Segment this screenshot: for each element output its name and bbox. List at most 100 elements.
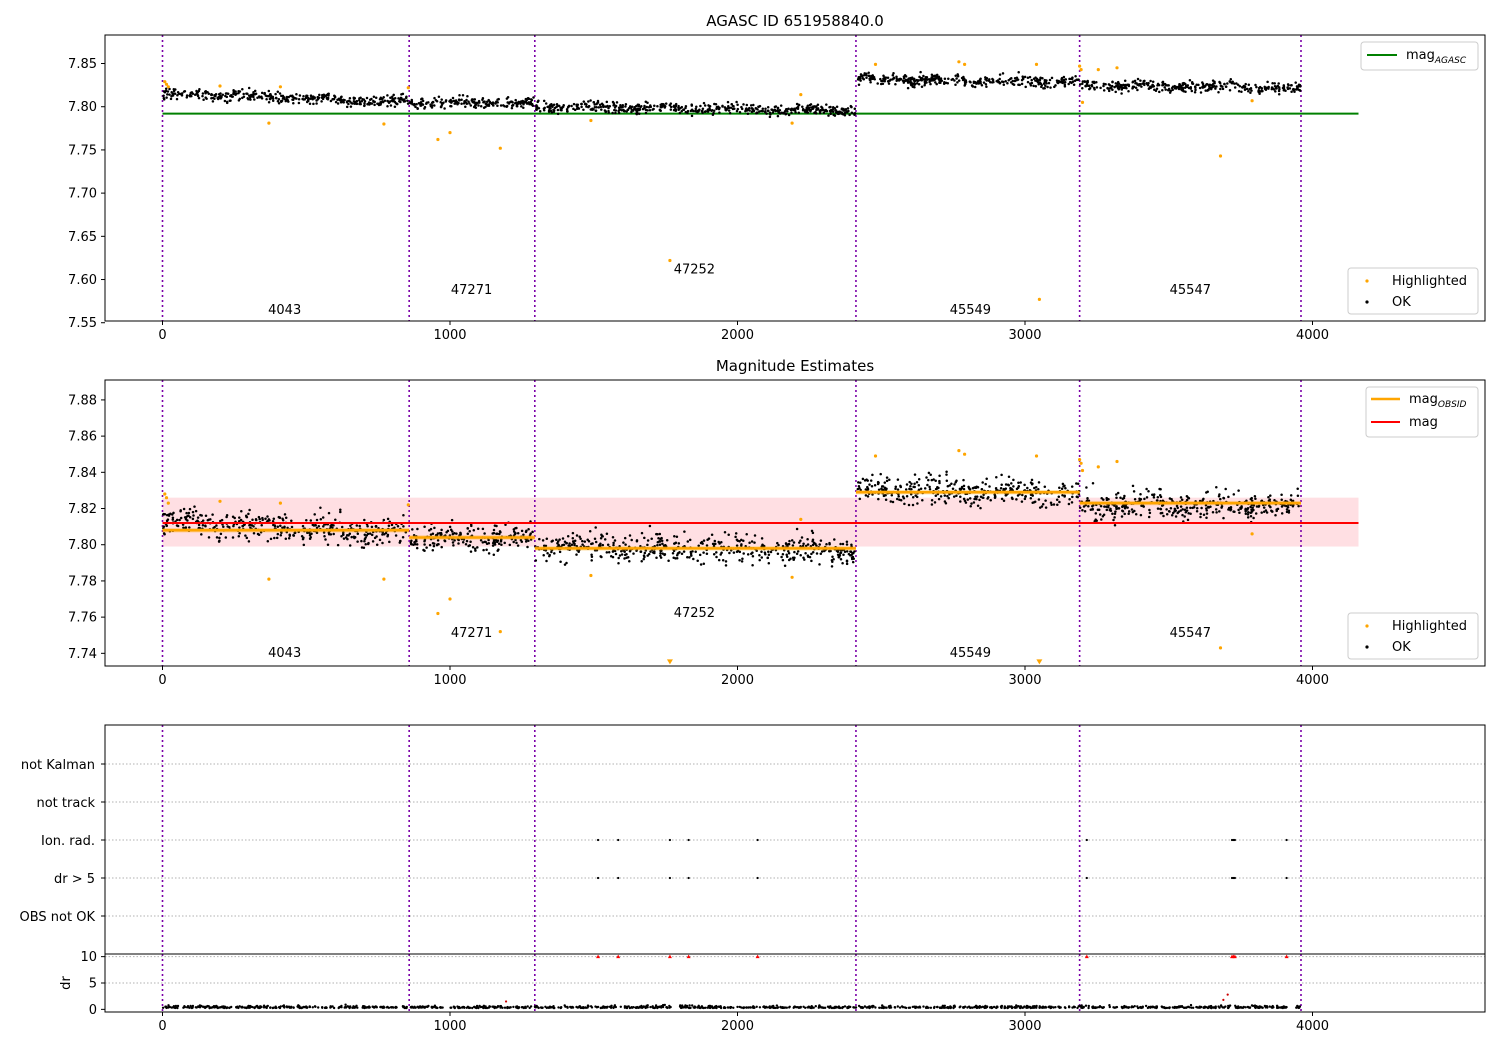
ok-point — [260, 97, 264, 100]
ok-point — [644, 100, 648, 103]
highlighted-point — [406, 86, 410, 90]
ok-point — [162, 98, 166, 101]
ok-point — [323, 534, 326, 538]
ok-point — [168, 93, 171, 96]
ok-point — [1113, 85, 1116, 89]
ok-point — [1280, 498, 1283, 502]
dr-point — [841, 1006, 844, 1009]
ok-point — [219, 532, 223, 536]
ok-point — [366, 525, 369, 528]
ok-point — [660, 539, 664, 542]
ok-point — [845, 543, 849, 546]
ok-point — [695, 105, 698, 108]
dr-point — [625, 1006, 628, 1009]
ok-point — [415, 543, 419, 546]
ok-point — [453, 102, 456, 105]
dr-point — [758, 1006, 762, 1009]
dr-point — [1013, 1006, 1016, 1009]
ok-point — [1035, 77, 1039, 81]
ok-point — [1010, 77, 1013, 80]
ok-point — [960, 76, 964, 80]
obs-label: 4043 — [268, 303, 301, 318]
ok-point — [720, 540, 723, 544]
ok-point — [264, 517, 267, 521]
ok-point — [623, 557, 626, 560]
ok-point — [985, 477, 988, 480]
ok-point — [721, 558, 725, 562]
dr-point — [371, 1005, 374, 1008]
ok-point — [555, 105, 558, 109]
ok-point — [1276, 84, 1279, 88]
ok-point — [541, 539, 545, 542]
ok-point — [1126, 83, 1129, 87]
ok-point — [1020, 500, 1024, 503]
ok-point — [915, 495, 919, 499]
ok-point — [1050, 503, 1053, 507]
ok-point — [728, 551, 731, 555]
ok-point — [724, 564, 728, 567]
ok-point — [392, 93, 395, 97]
ok-point — [828, 106, 831, 109]
ok-point — [467, 544, 470, 548]
ok-point — [613, 539, 617, 542]
ok-point — [873, 483, 877, 487]
category-label: dr > 5 — [54, 872, 95, 887]
ok-point — [172, 92, 175, 95]
dr-point — [331, 1005, 334, 1008]
ok-point — [1052, 503, 1056, 506]
ok-point — [766, 106, 770, 109]
dr-point — [764, 1005, 768, 1009]
dr-point — [541, 1006, 544, 1009]
highlighted-point — [790, 121, 794, 125]
ok-point — [649, 550, 652, 553]
ok-point — [897, 495, 900, 498]
ok-point — [451, 532, 455, 536]
ok-point — [1215, 511, 1218, 514]
ok-point — [819, 552, 823, 555]
ok-point — [1070, 77, 1074, 81]
ok-point — [708, 108, 711, 112]
ok-point — [571, 537, 575, 540]
ok-point — [1002, 499, 1006, 503]
ok-point — [1229, 81, 1232, 84]
dr-point — [1031, 1006, 1034, 1009]
dr-point — [646, 1006, 649, 1009]
ok-point — [761, 107, 765, 111]
ok-point — [910, 82, 914, 85]
ok-point — [1186, 518, 1190, 522]
ok-point — [910, 76, 914, 79]
ok-point — [603, 109, 607, 112]
ok-point — [566, 535, 570, 538]
ok-point — [876, 482, 880, 486]
ok-point — [736, 107, 740, 111]
ok-point — [225, 95, 229, 99]
dr-point — [1101, 1006, 1104, 1009]
ok-point — [433, 526, 436, 530]
ok-point — [1114, 90, 1117, 94]
ok-point — [967, 486, 971, 490]
ok-point — [190, 94, 193, 98]
ok-point — [1060, 487, 1064, 491]
ok-point — [617, 561, 620, 565]
ok-point — [861, 477, 865, 481]
ok-point — [1017, 481, 1020, 484]
ok-point — [1155, 87, 1159, 91]
ok-point — [423, 525, 426, 528]
legend-label-ok: OK — [1392, 640, 1411, 655]
dr-point — [161, 1006, 165, 1009]
ok-point — [464, 105, 467, 109]
dr-point — [269, 1006, 272, 1009]
ok-point — [984, 76, 987, 79]
dr-point — [732, 1006, 735, 1009]
ok-point — [761, 543, 764, 546]
dr-point — [896, 1005, 899, 1008]
ok-point — [753, 541, 756, 544]
dr-point — [305, 1005, 308, 1008]
ok-point — [888, 478, 891, 482]
ok-point — [646, 109, 649, 112]
ok-point — [556, 112, 560, 116]
ok-point — [1195, 510, 1199, 513]
dr-point — [550, 1006, 554, 1009]
dr-point — [684, 1006, 688, 1009]
ok-point — [1032, 500, 1036, 504]
